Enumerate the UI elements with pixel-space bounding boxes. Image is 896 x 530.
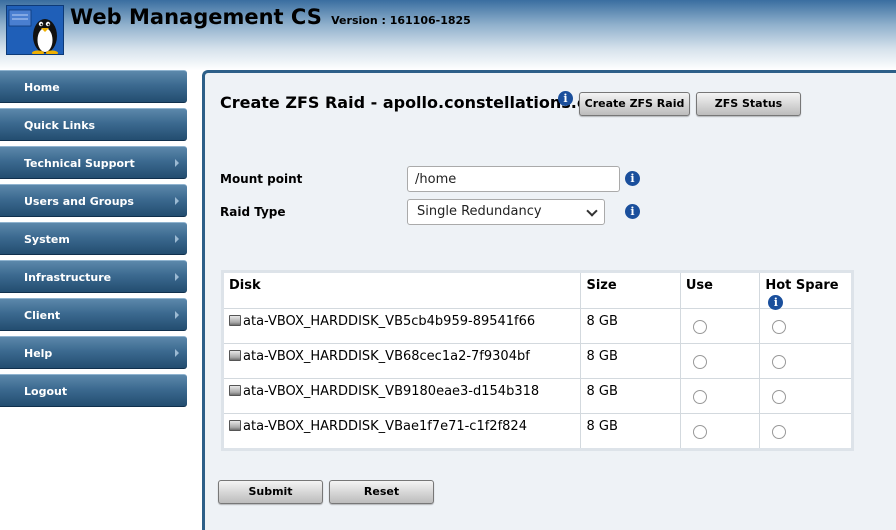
sidebar-item-label: Logout xyxy=(24,385,68,398)
header-bar: Web Management CS Version : 161106-1825 xyxy=(0,0,896,70)
page-title: Create ZFS Raid - apollo.constellations.… xyxy=(220,93,615,112)
disk-cell: ata-VBOX_HARDDISK_VBae1f7e71-c1f2f824 xyxy=(221,413,582,450)
submenu-arrow-icon xyxy=(175,349,179,357)
app-version: Version : 161106-1825 xyxy=(331,14,471,27)
raid-type-select[interactable]: Single Redundancy xyxy=(407,199,605,225)
disk-cell: ata-VBOX_HARDDISK_VB5cb4b959-89541f66 xyxy=(221,308,582,344)
column-header-hot-spare: Hot Spare i xyxy=(759,271,853,310)
submenu-arrow-icon xyxy=(175,273,179,281)
app-title-text: Web Management CS xyxy=(70,5,322,29)
size-cell: 8 GB xyxy=(580,308,681,344)
hard-disk-icon xyxy=(229,315,241,326)
tux-penguin-logo xyxy=(6,5,64,55)
info-icon[interactable]: i xyxy=(625,171,640,186)
hard-disk-icon xyxy=(229,385,241,396)
app-title: Web Management CS Version : 161106-1825 xyxy=(70,5,471,29)
raid-type-label: Raid Type xyxy=(220,205,286,219)
chevron-down-icon xyxy=(586,205,598,217)
main-panel: Create ZFS Raid - apollo.constellations.… xyxy=(202,70,896,530)
table-row: ata-VBOX_HARDDISK_VB68cec1a2-7f9304bf 8 … xyxy=(221,343,853,379)
sidebar-nav: Home Quick Links Technical Support Users… xyxy=(0,70,188,412)
zfs-status-button[interactable]: ZFS Status xyxy=(696,92,801,116)
create-zfs-raid-button[interactable]: Create ZFS Raid xyxy=(579,92,690,116)
sidebar-item-users-and-groups[interactable]: Users and Groups xyxy=(0,184,187,217)
column-header-use: Use xyxy=(679,271,761,309)
sidebar-item-label: Users and Groups xyxy=(24,195,134,208)
size-cell: 8 GB xyxy=(580,343,681,379)
use-radio[interactable] xyxy=(692,425,707,439)
sidebar-item-quick-links[interactable]: Quick Links xyxy=(0,108,187,141)
disk-cell: ata-VBOX_HARDDISK_VB9180eae3-d154b318 xyxy=(221,378,582,414)
hard-disk-icon xyxy=(229,420,241,431)
use-radio[interactable] xyxy=(692,320,707,334)
mount-point-input[interactable] xyxy=(407,166,620,192)
sidebar-item-logout[interactable]: Logout xyxy=(0,374,187,407)
hot-spare-cell xyxy=(759,343,853,379)
disk-name: ata-VBOX_HARDDISK_VB5cb4b959-89541f66 xyxy=(243,314,536,329)
submenu-arrow-icon xyxy=(175,197,179,205)
sidebar-item-label: Technical Support xyxy=(24,157,135,170)
hard-disk-icon xyxy=(229,350,241,361)
table-row: ata-VBOX_HARDDISK_VBae1f7e71-c1f2f824 8 … xyxy=(221,413,853,450)
raid-type-value: Single Redundancy xyxy=(417,204,542,219)
hot-spare-cell xyxy=(759,413,853,450)
sidebar-item-client[interactable]: Client xyxy=(0,298,187,331)
sidebar-item-system[interactable]: System xyxy=(0,222,187,255)
use-cell xyxy=(679,413,761,450)
sidebar-item-label: Help xyxy=(24,347,53,360)
size-cell: 8 GB xyxy=(580,378,681,414)
info-icon[interactable]: i xyxy=(558,91,573,106)
use-cell xyxy=(679,343,761,379)
disk-name: ata-VBOX_HARDDISK_VB9180eae3-d154b318 xyxy=(243,384,540,399)
hot-spare-radio[interactable] xyxy=(772,390,787,404)
use-radio[interactable] xyxy=(692,355,707,369)
sidebar-item-label: Client xyxy=(24,309,61,322)
hot-spare-radio[interactable] xyxy=(772,320,787,334)
info-icon[interactable]: i xyxy=(768,295,784,310)
sidebar-item-label: Infrastructure xyxy=(24,271,112,284)
sidebar-item-infrastructure[interactable]: Infrastructure xyxy=(0,260,187,293)
column-header-hot-spare-label: Hot Spare xyxy=(765,278,839,293)
sidebar-item-home[interactable]: Home xyxy=(0,70,187,103)
info-icon[interactable]: i xyxy=(625,204,640,219)
size-cell: 8 GB xyxy=(580,413,681,450)
use-cell xyxy=(679,308,761,344)
sidebar-item-help[interactable]: Help xyxy=(0,336,187,369)
table-row: ata-VBOX_HARDDISK_VB5cb4b959-89541f66 8 … xyxy=(221,308,853,344)
submenu-arrow-icon xyxy=(175,311,179,319)
hot-spare-radio[interactable] xyxy=(772,425,787,439)
disk-name: ata-VBOX_HARDDISK_VB68cec1a2-7f9304bf xyxy=(243,349,530,364)
hot-spare-radio[interactable] xyxy=(772,355,787,369)
disk-cell: ata-VBOX_HARDDISK_VB68cec1a2-7f9304bf xyxy=(221,343,582,379)
table-header-row: Disk Size Use Hot Spare i xyxy=(221,271,853,310)
mount-point-label: Mount point xyxy=(220,172,303,186)
reset-button[interactable]: Reset xyxy=(329,480,434,504)
use-cell xyxy=(679,378,761,414)
column-header-size: Size xyxy=(580,271,681,309)
table-row: ata-VBOX_HARDDISK_VB9180eae3-d154b318 8 … xyxy=(221,378,853,414)
sidebar-item-label: System xyxy=(24,233,70,246)
hot-spare-cell xyxy=(759,308,853,344)
disk-table: Disk Size Use Hot Spare i ata-VBOX_HARDD… xyxy=(221,270,854,451)
sidebar-item-label: Quick Links xyxy=(24,119,96,132)
hot-spare-cell xyxy=(759,378,853,414)
sidebar-item-label: Home xyxy=(24,81,60,94)
submenu-arrow-icon xyxy=(175,159,179,167)
submenu-arrow-icon xyxy=(175,235,179,243)
use-radio[interactable] xyxy=(692,390,707,404)
column-header-disk: Disk xyxy=(221,271,582,309)
submit-button[interactable]: Submit xyxy=(218,480,323,504)
disk-name: ata-VBOX_HARDDISK_VBae1f7e71-c1f2f824 xyxy=(243,419,527,434)
sidebar-item-technical-support[interactable]: Technical Support xyxy=(0,146,187,179)
